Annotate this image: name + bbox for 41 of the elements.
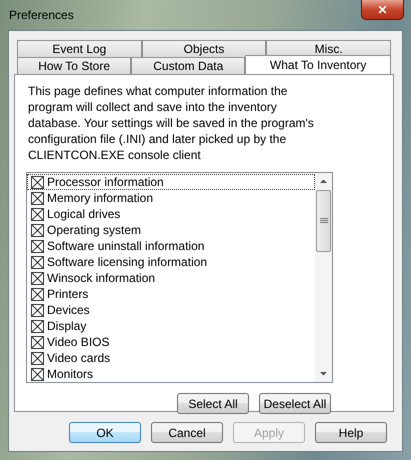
checkbox[interactable]	[31, 192, 44, 204]
list-item[interactable]: Devices	[27, 302, 315, 318]
scroll-thumb[interactable]	[316, 190, 331, 252]
close-button[interactable]: ✕	[361, 0, 404, 20]
list-item[interactable]: Monitors	[27, 366, 315, 382]
tab[interactable]: Custom Data	[131, 57, 246, 74]
tab[interactable]: How To Store	[17, 57, 132, 74]
checkbox[interactable]	[31, 208, 44, 220]
list-item[interactable]: Software uninstall information	[27, 238, 315, 254]
list-item[interactable]: Printers	[27, 286, 315, 302]
checkbox[interactable]	[31, 256, 44, 268]
list-button[interactable]: Select All	[177, 393, 249, 414]
checkbox[interactable]	[31, 288, 44, 300]
list-item[interactable]: Operating system	[27, 222, 315, 238]
tab[interactable]: Objects	[142, 40, 266, 57]
list-item[interactable]: Logical drives	[27, 206, 315, 222]
tab[interactable]: What To Inventory	[245, 55, 391, 74]
list-item[interactable]: Software licensing information	[27, 254, 315, 270]
checkbox[interactable]	[31, 336, 44, 348]
tab[interactable]: Event Log	[17, 40, 142, 57]
scrollbar[interactable]	[315, 173, 332, 382]
checkbox[interactable]	[31, 224, 44, 236]
checkbox[interactable]	[31, 352, 44, 364]
list-item[interactable]: Winsock information	[27, 270, 315, 286]
checkbox[interactable]	[31, 320, 44, 332]
dialog-button[interactable]: Help	[315, 422, 387, 443]
dialog-button[interactable]: OK	[69, 422, 141, 443]
window-title: Preferences	[9, 8, 74, 22]
list-item[interactable]: Video cards	[27, 350, 315, 366]
list-item[interactable]: Video BIOS	[27, 334, 315, 350]
checkbox[interactable]	[31, 176, 44, 188]
description-text: This page defines what computer information the program will collect and save into the inventory database. Your settings will be saved in the program's configuration file (.INI) and later picked up by the CLIENTCON.EXE console client	[28, 83, 315, 163]
list-item[interactable]: Processor information	[27, 174, 315, 190]
checkbox[interactable]	[31, 240, 44, 252]
checkbox[interactable]	[31, 304, 44, 316]
checkbox[interactable]	[31, 368, 44, 380]
dialog-button[interactable]: Cancel	[151, 422, 223, 443]
list-button[interactable]: Deselect All	[259, 393, 331, 414]
list-item[interactable]: Memory information	[27, 190, 315, 206]
list-item[interactable]: Display	[27, 318, 315, 334]
checkbox[interactable]	[31, 272, 44, 284]
